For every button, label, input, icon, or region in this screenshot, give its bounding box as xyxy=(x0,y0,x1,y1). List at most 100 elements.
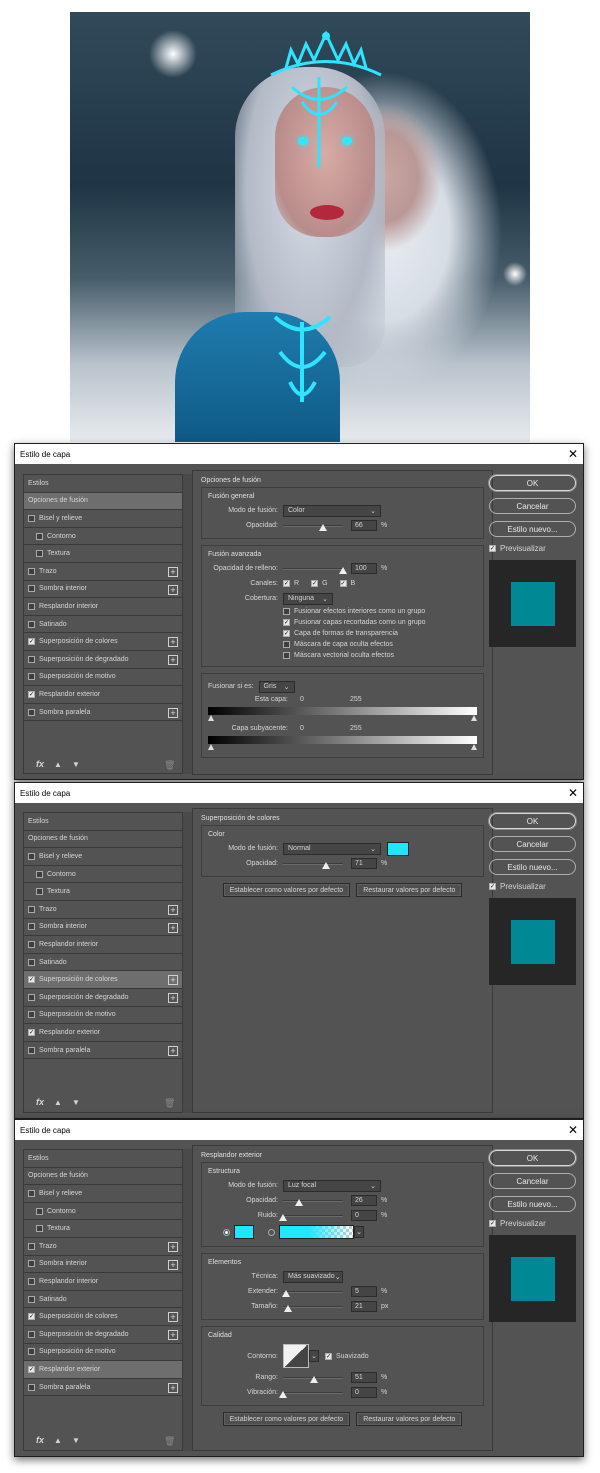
style-item-satinado[interactable]: Satinado xyxy=(24,1291,182,1309)
glow-gradient-swatch[interactable] xyxy=(279,1225,354,1239)
contour-picker[interactable] xyxy=(283,1344,309,1368)
checkbox[interactable] xyxy=(28,1189,35,1197)
style-item-textura[interactable]: Textura xyxy=(24,883,182,901)
checkbox[interactable] xyxy=(36,888,43,896)
arrow-up-icon[interactable]: ▲ xyxy=(54,1436,62,1445)
checkbox-checked[interactable]: ✓ xyxy=(28,1028,35,1036)
style-item-textura[interactable]: Textura xyxy=(24,545,182,563)
add-icon[interactable]: + xyxy=(168,1382,178,1393)
cancel-button[interactable]: Cancelar xyxy=(489,836,576,852)
spread-input[interactable]: 5 xyxy=(351,1286,377,1297)
blend-mode-select[interactable]: Luz focal ⌄ xyxy=(283,1179,381,1192)
add-icon[interactable]: + xyxy=(168,566,178,577)
add-icon[interactable]: + xyxy=(168,1259,178,1270)
option-checkbox-row[interactable]: Máscara de capa oculta efectos xyxy=(283,639,477,650)
set-default-button[interactable]: Establecer como valores por defecto xyxy=(222,883,351,897)
add-icon[interactable]: + xyxy=(168,922,178,933)
fx-icon[interactable]: fx xyxy=(36,1435,44,1445)
checkbox[interactable] xyxy=(28,1295,35,1303)
noise-input[interactable]: 0 xyxy=(351,1210,377,1221)
checkbox-checked[interactable]: ✓ xyxy=(28,690,35,698)
add-icon[interactable]: + xyxy=(168,584,178,595)
trash-icon[interactable]: 🗑 xyxy=(164,1098,175,1109)
arrow-up-icon[interactable]: ▲ xyxy=(54,760,62,769)
checkbox[interactable] xyxy=(28,602,35,610)
opacity-slider[interactable] xyxy=(283,1196,343,1206)
style-item-contorno[interactable]: Contorno xyxy=(24,528,182,546)
checkbox[interactable] xyxy=(36,532,43,540)
opacity-input[interactable]: 66 xyxy=(351,520,377,531)
style-item-satinado[interactable]: Satinado xyxy=(24,954,182,972)
style-item-sombra-interior[interactable]: Sombra interior + xyxy=(24,919,182,937)
checkbox[interactable] xyxy=(28,620,35,628)
add-icon[interactable]: + xyxy=(168,975,178,986)
new-style-button[interactable]: Estilo nuevo... xyxy=(489,521,576,537)
close-icon[interactable]: ✕ xyxy=(568,448,578,460)
style-item-opciones-fusion[interactable]: Opciones de fusión xyxy=(24,1168,182,1186)
checkbox-checked[interactable]: ✓ xyxy=(489,1220,496,1227)
cancel-button[interactable]: Cancelar xyxy=(489,498,576,514)
ok-button[interactable]: OK xyxy=(489,813,576,829)
checkbox[interactable] xyxy=(28,905,35,913)
style-item-sombra-paralela[interactable]: Sombra paralela + xyxy=(24,1042,182,1060)
checkbox[interactable] xyxy=(28,993,35,1001)
style-item-sombra-interior[interactable]: Sombra interior + xyxy=(24,1256,182,1274)
reset-default-button[interactable]: Restaurar valores por defecto xyxy=(356,883,463,897)
styles-header[interactable]: Estilos xyxy=(24,813,182,831)
style-item-trazo[interactable]: Trazo + xyxy=(24,1238,182,1256)
style-item-superposicion-motivo[interactable]: Superposición de motivo xyxy=(24,1007,182,1025)
checkbox[interactable] xyxy=(283,652,290,659)
channel-b-checkbox[interactable]: ✓ xyxy=(339,580,347,587)
antialias-checkbox[interactable]: ✓ xyxy=(325,1352,332,1360)
size-input[interactable]: 21 xyxy=(351,1301,377,1312)
style-item-opciones-fusion[interactable]: Opciones de fusión xyxy=(24,492,182,511)
style-item-superposicion-degradado[interactable]: Superposición de degradado + xyxy=(24,1326,182,1344)
set-default-button[interactable]: Establecer como valores por defecto xyxy=(222,1412,351,1426)
style-item-resplandor-exterior[interactable]: ✓ Resplandor exterior xyxy=(24,1361,182,1379)
style-item-superposicion-colores[interactable]: ✓ Superposición de colores + xyxy=(24,971,182,989)
checkbox[interactable] xyxy=(28,1011,35,1019)
option-checkbox-row[interactable]: Máscara vectorial oculta efectos xyxy=(283,650,477,661)
underlying-gradient[interactable] xyxy=(207,736,478,750)
preview-toggle[interactable]: ✓ Previsualizar xyxy=(489,544,579,553)
checkbox-checked[interactable]: ✓ xyxy=(489,883,496,890)
style-item-bisel[interactable]: Bisel y relieve xyxy=(24,1185,182,1203)
checkbox[interactable] xyxy=(36,550,43,558)
opacity-slider[interactable] xyxy=(283,859,343,869)
style-item-sombra-paralela[interactable]: Sombra paralela + xyxy=(24,704,182,722)
preview-toggle[interactable]: ✓ Previsualizar xyxy=(489,1219,579,1228)
checkbox[interactable] xyxy=(28,923,35,931)
checkbox[interactable] xyxy=(28,655,35,663)
checkbox-checked[interactable]: ✓ xyxy=(283,619,290,626)
checkbox[interactable] xyxy=(28,1330,35,1338)
add-icon[interactable]: + xyxy=(168,654,178,665)
arrow-down-icon[interactable]: ▼ xyxy=(72,1098,80,1107)
reset-default-button[interactable]: Restaurar valores por defecto xyxy=(356,1412,463,1426)
checkbox[interactable] xyxy=(36,870,43,878)
arrow-down-icon[interactable]: ▼ xyxy=(72,760,80,769)
gradient-radio[interactable] xyxy=(268,1228,275,1236)
checkbox[interactable] xyxy=(283,608,290,615)
add-icon[interactable]: + xyxy=(168,707,178,718)
fx-icon[interactable]: fx xyxy=(36,759,44,769)
technique-select[interactable]: Más suavizado ⌄ xyxy=(283,1270,343,1283)
option-checkbox-row[interactable]: ✓ Capa de formas de transparencia xyxy=(283,628,477,639)
checkbox[interactable] xyxy=(28,940,35,948)
style-item-trazo[interactable]: Trazo + xyxy=(24,901,182,919)
style-item-superposicion-colores[interactable]: ✓ Superposición de colores + xyxy=(24,633,182,651)
overlay-color-swatch[interactable] xyxy=(387,841,409,856)
style-item-superposicion-degradado[interactable]: Superposición de degradado + xyxy=(24,651,182,669)
checkbox[interactable] xyxy=(28,852,35,860)
trash-icon[interactable]: 🗑 xyxy=(164,760,175,771)
fill-opacity-input[interactable]: 100 xyxy=(351,563,377,574)
spread-slider[interactable] xyxy=(282,1287,343,1297)
jitter-slider[interactable] xyxy=(279,1388,343,1398)
style-item-bisel[interactable]: Bisel y relieve xyxy=(24,848,182,866)
style-item-superposicion-degradado[interactable]: Superposición de degradado + xyxy=(24,989,182,1007)
opacity-input[interactable]: 71 xyxy=(351,858,377,869)
checkbox[interactable] xyxy=(28,958,35,966)
add-icon[interactable]: + xyxy=(168,637,178,648)
blend-mode-select[interactable]: Color ⌄ xyxy=(283,504,381,517)
styles-header[interactable]: Estilos xyxy=(24,475,182,493)
add-icon[interactable]: + xyxy=(168,1312,178,1323)
